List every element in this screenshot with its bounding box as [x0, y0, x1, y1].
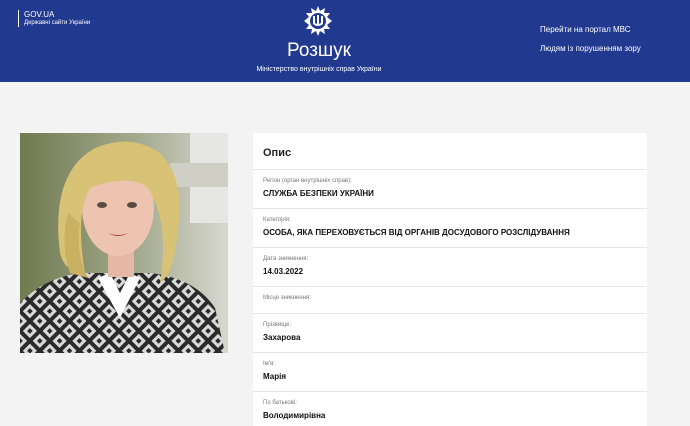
description-card: Опис Регіон (орган внутрішніх справ): СЛ… [253, 133, 647, 426]
portal-link[interactable]: Перейти на портал МВС [540, 25, 631, 35]
field-label: Місце зникнення: [263, 295, 311, 301]
field-value: СЛУЖБА БЕЗПЕКИ УКРАЇНИ [263, 189, 374, 198]
person-photo [20, 133, 228, 353]
field-label: Категорія: [263, 217, 291, 223]
gov-title: GOV.UA [24, 10, 55, 19]
field-value: Володимирівна [263, 411, 326, 420]
field-label: Регіон (орган внутрішніх справ): [263, 178, 352, 184]
field-label: Ім'я: [263, 361, 275, 367]
field-value: 14.03.2022 [263, 267, 304, 276]
site-subtitle: Міністерство внутрішніх справ України [256, 66, 382, 73]
field-category: Категорія: ОСОБА, ЯКА ПЕРЕХОВУЄТЬСЯ ВІД … [253, 209, 647, 248]
field-value: Марія [263, 372, 286, 381]
field-patronymic: По батькові: Володимирівна [253, 392, 647, 426]
field-label: Прізвище: [263, 322, 292, 328]
field-label: Дата зникнення: [263, 256, 309, 262]
field-first-name: Ім'я: Марія [253, 353, 647, 392]
trident-emblem-icon[interactable] [302, 5, 334, 37]
field-label: По батькові: [263, 400, 297, 406]
field-surname: Прізвище: Захарова [253, 314, 647, 353]
field-value: ОСОБА, ЯКА ПЕРЕХОВУЄТЬСЯ ВІД ОРГАНІВ ДОС… [263, 228, 570, 237]
field-value: Захарова [263, 333, 301, 342]
gov-ua-link[interactable]: GOV.UA Державні сайти України [18, 10, 90, 27]
site-header: GOV.UA Державні сайти України Розшук Мін… [0, 0, 690, 82]
field-region: Регіон (орган внутрішніх справ): СЛУЖБА … [253, 170, 647, 209]
card-title: Опис [253, 133, 647, 170]
field-missing-date: Дата зникнення: 14.03.2022 [253, 248, 647, 287]
gov-subtitle: Державні сайти України [24, 20, 91, 26]
accessibility-link[interactable]: Людям із порушенням зору [540, 44, 641, 54]
field-missing-place: Місце зникнення: [253, 287, 647, 314]
